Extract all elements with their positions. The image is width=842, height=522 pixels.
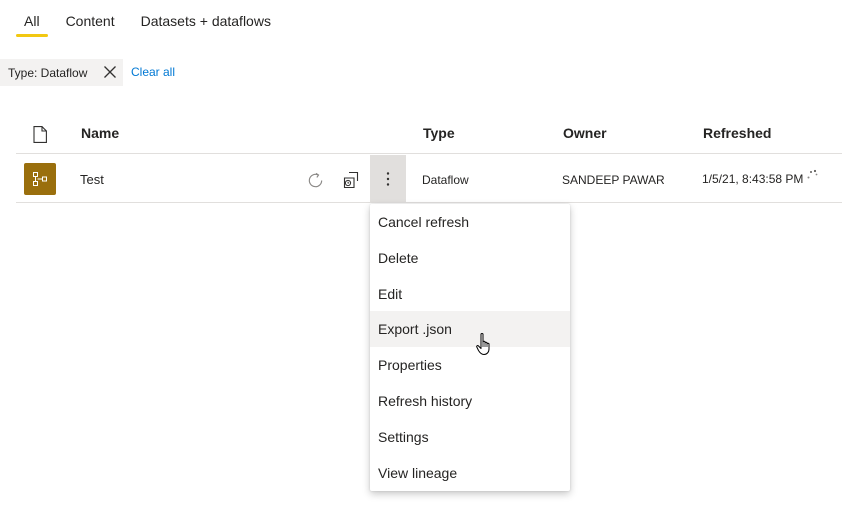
close-icon[interactable]: [103, 65, 117, 79]
clear-all-link[interactable]: Clear all: [131, 65, 175, 79]
item-owner: SANDEEP PAWAR: [562, 173, 665, 187]
column-header-type[interactable]: Type: [423, 125, 455, 141]
tab-content-label: Content: [65, 13, 115, 29]
refresh-icon[interactable]: [306, 171, 325, 190]
file-icon: [33, 126, 47, 143]
more-options-menu: Cancel refresh Delete Edit Export .json …: [370, 204, 570, 491]
refreshing-spinner-icon: [807, 169, 818, 179]
dataflow-icon: [24, 163, 56, 195]
menu-item-delete[interactable]: Delete: [370, 240, 570, 276]
menu-item-refresh-history[interactable]: Refresh history: [370, 383, 570, 419]
more-vertical-icon: [386, 172, 390, 186]
tab-all-label: All: [24, 13, 40, 29]
column-header-name[interactable]: Name: [81, 125, 119, 141]
menu-item-cancel-refresh[interactable]: Cancel refresh: [370, 204, 570, 240]
active-tab-indicator: [16, 34, 48, 37]
tab-datasets-dataflows[interactable]: Datasets + dataflows: [141, 0, 271, 40]
column-header-owner[interactable]: Owner: [563, 125, 607, 141]
tab-content[interactable]: Content: [66, 0, 115, 40]
filter-chip-type: Type: Dataflow: [0, 59, 123, 86]
filter-chip-label: Type: Dataflow: [8, 65, 88, 80]
column-header-refreshed[interactable]: Refreshed: [703, 125, 771, 141]
item-name[interactable]: Test: [80, 172, 104, 187]
table-row[interactable]: Test Dataflow SANDEEP PAWAR 1/5/21, 8:43…: [16, 155, 842, 203]
tab-datasets-dataflows-label: Datasets + dataflows: [140, 13, 271, 29]
menu-item-export-json[interactable]: Export .json: [370, 311, 570, 347]
menu-item-view-lineage[interactable]: View lineage: [370, 455, 570, 491]
item-refreshed: 1/5/21, 8:43:58 PM: [702, 172, 804, 186]
table-header: Name Type Owner Refreshed: [16, 112, 842, 154]
tab-all[interactable]: All: [16, 0, 48, 40]
item-type: Dataflow: [422, 173, 469, 187]
schedule-refresh-icon[interactable]: [342, 171, 360, 189]
menu-item-settings[interactable]: Settings: [370, 419, 570, 455]
workspace-tabs: All Content Datasets + dataflows: [16, 0, 271, 40]
more-options-button[interactable]: [370, 155, 406, 203]
menu-item-properties[interactable]: Properties: [370, 347, 570, 383]
menu-item-edit[interactable]: Edit: [370, 276, 570, 312]
